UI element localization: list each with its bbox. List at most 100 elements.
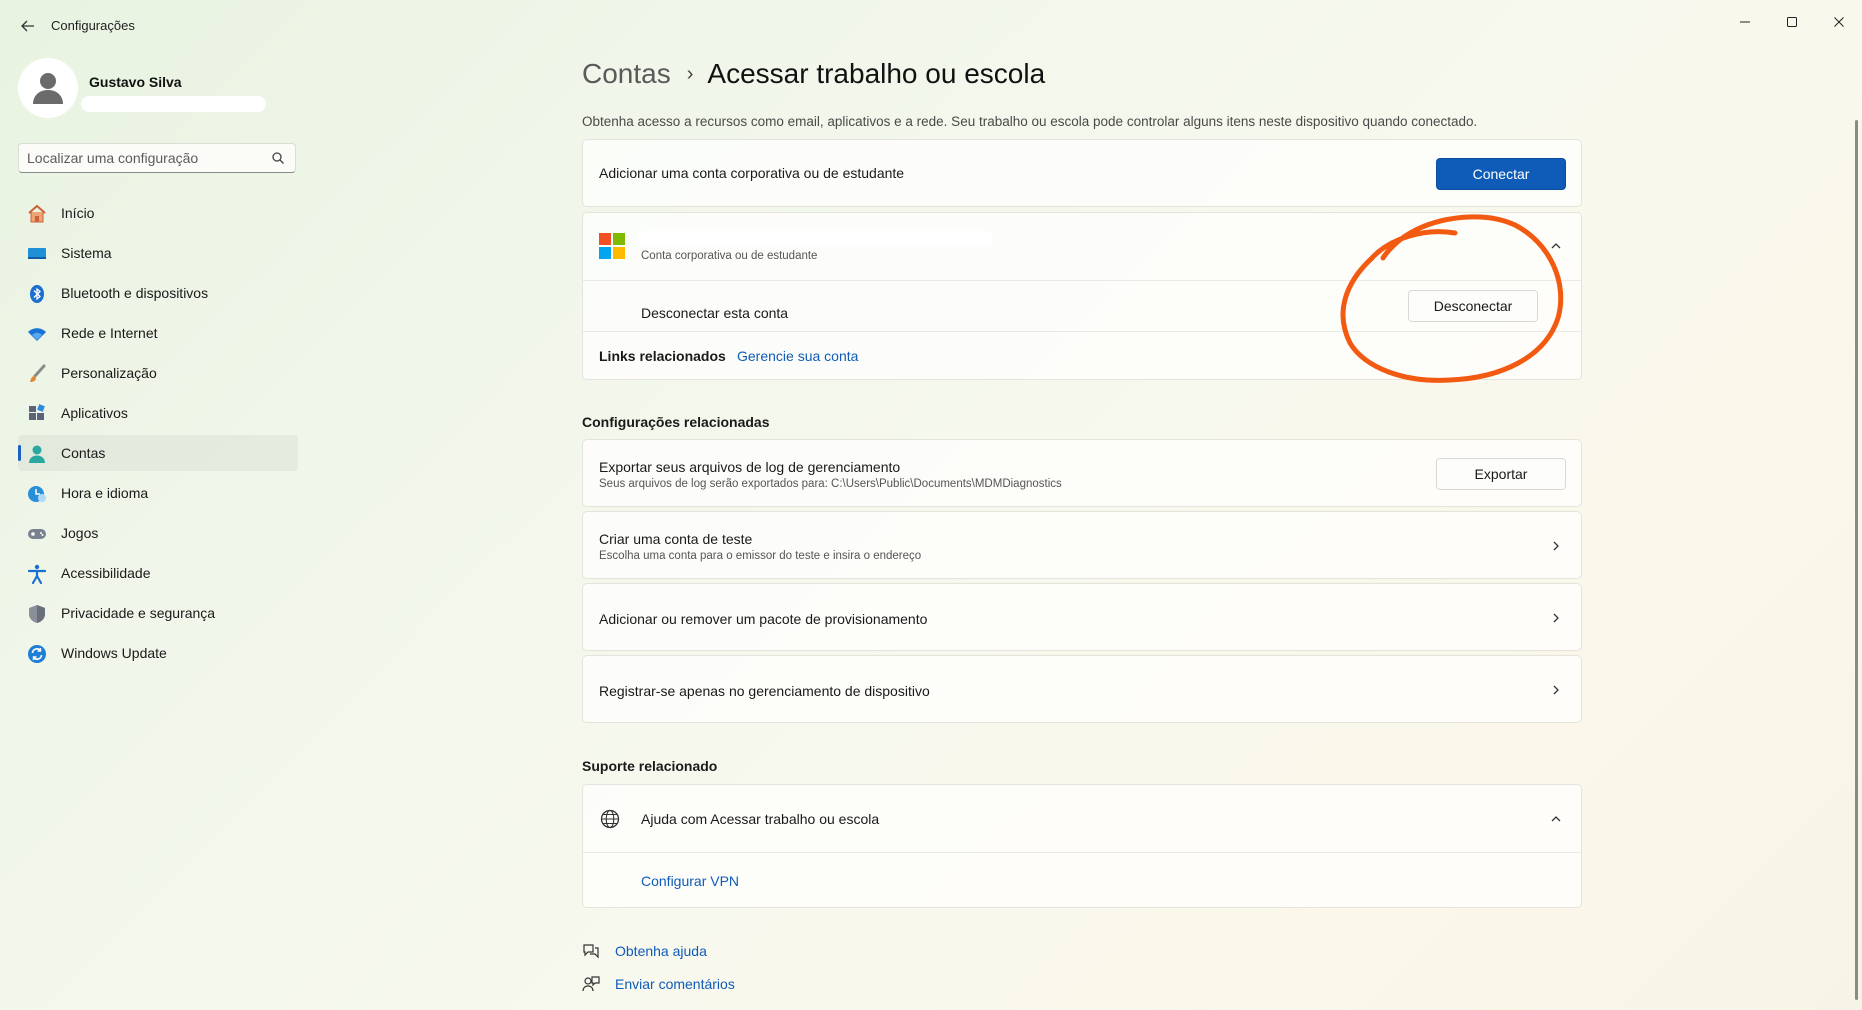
home-icon bbox=[26, 203, 48, 225]
sidebar-item-contas[interactable]: Contas bbox=[18, 435, 298, 471]
settings-window: Configurações Gustavo Silva Localizar um… bbox=[0, 0, 1862, 1010]
sidebar-item-sistema[interactable]: Sistema bbox=[18, 235, 298, 271]
minimize-icon bbox=[1740, 21, 1750, 23]
create-test-account-title: Criar uma conta de teste bbox=[599, 531, 753, 547]
page-title: Acessar trabalho ou escola bbox=[707, 58, 1046, 89]
update-icon bbox=[26, 643, 48, 665]
sidebar-item-aplicativos[interactable]: Aplicativos bbox=[18, 395, 298, 431]
chevron-right-icon bbox=[1548, 682, 1564, 698]
related-settings-header: Configurações relacionadas bbox=[582, 414, 770, 430]
help-chat-icon bbox=[583, 944, 599, 959]
search-input[interactable] bbox=[27, 144, 267, 172]
bluetooth-icon bbox=[26, 283, 48, 305]
page-description: Obtenha acesso a recursos como email, ap… bbox=[582, 114, 1478, 129]
person-icon bbox=[26, 443, 48, 465]
app-title: Configurações bbox=[51, 18, 135, 33]
account-email-redacted bbox=[638, 231, 993, 245]
search-box[interactable] bbox=[18, 143, 296, 173]
apps-icon bbox=[26, 403, 48, 425]
sidebar-item-label: Sistema bbox=[61, 245, 112, 261]
help-title: Ajuda com Acessar trabalho ou escola bbox=[641, 811, 880, 827]
minimize-button[interactable] bbox=[1722, 6, 1768, 38]
sidebar-item-personalizacao[interactable]: Personalização bbox=[18, 355, 298, 391]
export-button[interactable]: Exportar bbox=[1436, 458, 1566, 490]
divider bbox=[583, 331, 1581, 332]
sidebar-item-windows-update[interactable]: Windows Update bbox=[18, 635, 298, 671]
maximize-icon bbox=[1787, 17, 1797, 27]
breadcrumb-parent-contas[interactable]: Contas bbox=[582, 58, 671, 89]
support-help-card: Ajuda com Acessar trabalho ou escola Con… bbox=[582, 784, 1582, 908]
sidebar-item-rede[interactable]: Rede e Internet bbox=[18, 315, 298, 351]
user-name: Gustavo Silva bbox=[89, 74, 182, 90]
search-icon bbox=[272, 152, 284, 164]
brush-icon bbox=[26, 363, 48, 385]
maximize-button[interactable] bbox=[1769, 6, 1815, 38]
monitor-icon bbox=[26, 243, 48, 265]
sidebar-item-label: Personalização bbox=[61, 365, 157, 381]
account-type-label: Conta corporativa ou de estudante bbox=[641, 250, 818, 262]
breadcrumb: Contas › Acessar trabalho ou escola bbox=[582, 58, 1045, 90]
sidebar-item-label: Hora e idioma bbox=[61, 485, 149, 501]
close-icon bbox=[1834, 17, 1844, 27]
configure-vpn-link[interactable]: Configurar VPN bbox=[641, 873, 739, 889]
device-management-card[interactable]: Registrar-se apenas no gerenciamento de … bbox=[582, 655, 1582, 723]
chevron-right-icon bbox=[1548, 538, 1564, 554]
collapse-chevron[interactable] bbox=[1548, 238, 1564, 254]
feedback-icon bbox=[582, 976, 600, 992]
create-test-account-card[interactable]: Criar uma conta de teste Escolha uma con… bbox=[582, 511, 1582, 579]
shield-icon bbox=[26, 603, 48, 625]
divider bbox=[583, 280, 1581, 281]
wifi-icon bbox=[26, 323, 48, 345]
sidebar-item-inicio[interactable]: Início bbox=[18, 195, 298, 231]
title-bar: Configurações bbox=[0, 0, 1862, 50]
export-logs-subtitle: Seus arquivos de log serão exportados pa… bbox=[599, 478, 1062, 490]
sidebar-item-hora[interactable]: Hora e idioma bbox=[18, 475, 298, 511]
add-account-card: Adicionar uma conta corporativa ou de es… bbox=[582, 139, 1582, 207]
sidebar-item-label: Rede e Internet bbox=[61, 325, 158, 341]
collapse-chevron[interactable] bbox=[1548, 811, 1564, 827]
sidebar-item-label: Windows Update bbox=[61, 645, 167, 661]
manage-account-link[interactable]: Gerencie sua conta bbox=[737, 348, 858, 364]
breadcrumb-separator: › bbox=[686, 63, 694, 85]
sidebar-item-label: Privacidade e segurança bbox=[61, 605, 216, 621]
microsoft-logo bbox=[599, 233, 625, 259]
sidebar-item-bluetooth[interactable]: Bluetooth e dispositivos bbox=[18, 275, 298, 311]
related-links-label: Links relacionados bbox=[599, 348, 726, 364]
divider bbox=[583, 852, 1581, 853]
create-test-account-subtitle: Escolha uma conta para o emissor do test… bbox=[599, 550, 922, 562]
export-logs-card: Exportar seus arquivos de log de gerenci… bbox=[582, 439, 1582, 507]
avatar bbox=[18, 58, 78, 118]
add-account-label: Adicionar uma conta corporativa ou de es… bbox=[599, 165, 905, 181]
gamepad-icon bbox=[26, 523, 48, 545]
close-button[interactable] bbox=[1816, 6, 1862, 38]
sidebar-item-label: Contas bbox=[61, 445, 106, 461]
sidebar-item-label: Aplicativos bbox=[61, 405, 128, 421]
chevron-up-icon bbox=[1551, 816, 1561, 822]
related-support-header: Suporte relacionado bbox=[582, 758, 718, 774]
arrow-left-icon bbox=[21, 20, 34, 32]
sidebar-item-jogos[interactable]: Jogos bbox=[18, 515, 298, 551]
chevron-right-icon bbox=[1548, 610, 1564, 626]
send-feedback-label: Enviar comentários bbox=[615, 976, 735, 992]
disconnect-button[interactable]: Desconectar bbox=[1408, 290, 1538, 322]
back-button[interactable] bbox=[16, 14, 40, 38]
sidebar-item-label: Início bbox=[61, 205, 95, 221]
chevron-up-icon bbox=[1551, 243, 1561, 249]
clock-globe-icon bbox=[26, 483, 48, 505]
scrollbar[interactable] bbox=[1855, 120, 1858, 1000]
sidebar-item-privacidade[interactable]: Privacidade e segurança bbox=[18, 595, 298, 631]
device-management-title: Registrar-se apenas no gerenciamento de … bbox=[599, 683, 930, 699]
sidebar-item-acessibilidade[interactable]: Acessibilidade bbox=[18, 555, 298, 591]
connect-button[interactable]: Conectar bbox=[1436, 158, 1566, 190]
provisioning-package-title: Adicionar ou remover um pacote de provis… bbox=[599, 611, 928, 627]
sidebar-nav: Início Sistema Bluetooth e dispositivos … bbox=[18, 195, 298, 675]
person-placeholder-icon bbox=[33, 73, 63, 104]
work-account-card: Conta corporativa ou de estudante Descon… bbox=[582, 212, 1582, 380]
get-help-label: Obtenha ajuda bbox=[615, 943, 707, 959]
user-profile[interactable]: Gustavo Silva bbox=[18, 58, 298, 118]
sidebar-item-label: Acessibilidade bbox=[61, 565, 151, 581]
sidebar-item-label: Jogos bbox=[61, 525, 99, 541]
disconnect-account-label: Desconectar esta conta bbox=[641, 305, 789, 321]
provisioning-package-card[interactable]: Adicionar ou remover um pacote de provis… bbox=[582, 583, 1582, 651]
sidebar-item-label: Bluetooth e dispositivos bbox=[61, 285, 209, 301]
